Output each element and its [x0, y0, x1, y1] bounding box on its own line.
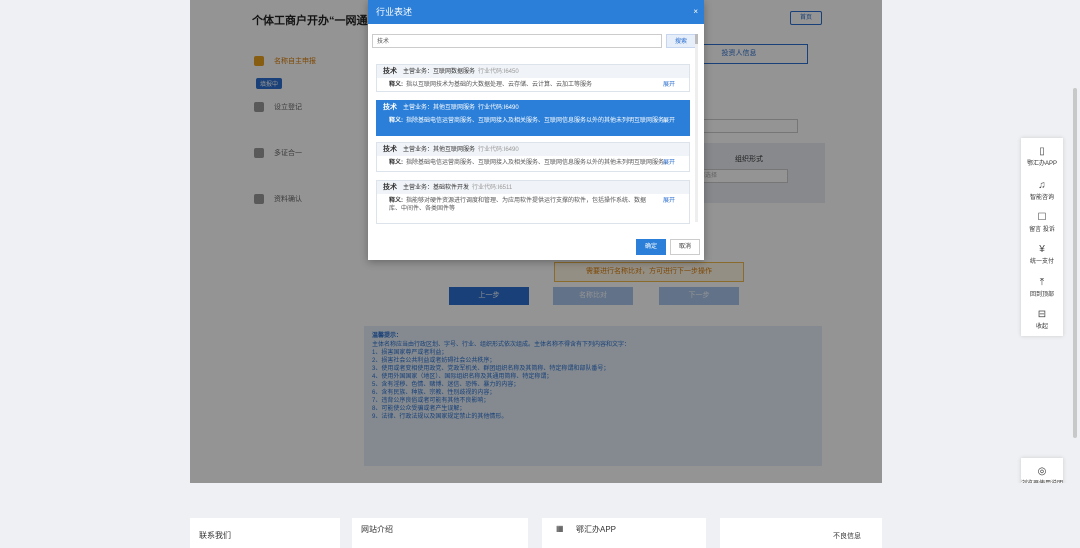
expand-link[interactable]: 展开	[663, 117, 675, 125]
result-item[interactable]: 技术 主营业务：其他互联网服务 行业代码:I6490 释义: 指除基础电信运营商服务、…	[376, 142, 690, 172]
sidebar-item-message[interactable]: ☐ 留言 投诉	[1021, 212, 1063, 233]
page-scrollbar[interactable]	[1073, 88, 1077, 438]
modal-title: 行业表述	[376, 7, 413, 17]
search-input[interactable]: 技术	[372, 34, 662, 48]
browser-icon: ◎	[1037, 466, 1047, 477]
to-top-icon: ⤒	[1039, 277, 1045, 288]
message-icon: ☐	[1037, 212, 1047, 223]
modal-scrollbar[interactable]	[695, 34, 698, 222]
result-item[interactable]: 技术 主营业务：基础软件开发 行业代码:I6511 释义: 指能够对硬件资源进行调度和…	[376, 180, 690, 224]
sidebar-item-collapse[interactable]: ⊟ 收起	[1021, 309, 1063, 330]
confirm-button[interactable]: 确定	[636, 239, 666, 255]
expand-link[interactable]: 展开	[663, 197, 675, 205]
floating-sidebar: ▯ 鄂汇办APP ♫ 智能咨询 ☐ 留言 投诉 ¥ 统一支付 ⤒ 回到顶部 ⊟ 收起	[1021, 138, 1063, 336]
result-item[interactable]: 技术 主营业务：互联网数据服务 行业代码:I6450 释义: 指以互联网技术为基础的大…	[376, 64, 690, 92]
modal-header: 行业表述 ×	[368, 0, 704, 24]
footer-site-intro[interactable]: 网站介绍	[361, 524, 393, 535]
search-button[interactable]: 搜索	[666, 34, 696, 48]
sidebar-item-top[interactable]: ⤒ 回到顶部	[1021, 277, 1063, 298]
expand-link[interactable]: 展开	[663, 81, 675, 89]
sidebar-item-consult[interactable]: ♫ 智能咨询	[1021, 180, 1063, 201]
industry-modal: 行业表述 × 技术 搜索 技术 主营业务：互联网数据服务 行业代码:I6450 释义…	[368, 0, 704, 260]
sidebar-item-pay[interactable]: ¥ 统一支付	[1021, 244, 1063, 265]
qr-icon: ▦	[556, 524, 564, 533]
sidebar-item-app[interactable]: ▯ 鄂汇办APP	[1021, 146, 1063, 167]
footer-other[interactable]: 不良信息	[833, 531, 861, 541]
result-item-selected[interactable]: 技术 主营业务：其他互联网服务 行业代码:I6490 释义: 指除基础电信运营商服务、…	[376, 100, 690, 136]
phone-icon: ▯	[1039, 146, 1045, 157]
footer-app-box	[542, 518, 706, 548]
footer: 联系我们 网站介绍 ▦ 鄂汇办APP 不良信息	[0, 483, 1080, 548]
close-icon[interactable]: ×	[693, 0, 698, 24]
headset-icon: ♫	[1038, 180, 1046, 191]
collapse-icon: ⊟	[1037, 309, 1047, 320]
footer-app[interactable]: 鄂汇办APP	[576, 524, 616, 535]
yuan-icon: ¥	[1039, 244, 1045, 255]
cancel-button[interactable]: 取消	[670, 239, 700, 255]
footer-contact[interactable]: 联系我们	[199, 530, 231, 541]
expand-link[interactable]: 展开	[663, 159, 675, 167]
result-list: 技术 主营业务：互联网数据服务 行业代码:I6450 释义: 指以互联网技术为基础的大…	[376, 60, 692, 226]
